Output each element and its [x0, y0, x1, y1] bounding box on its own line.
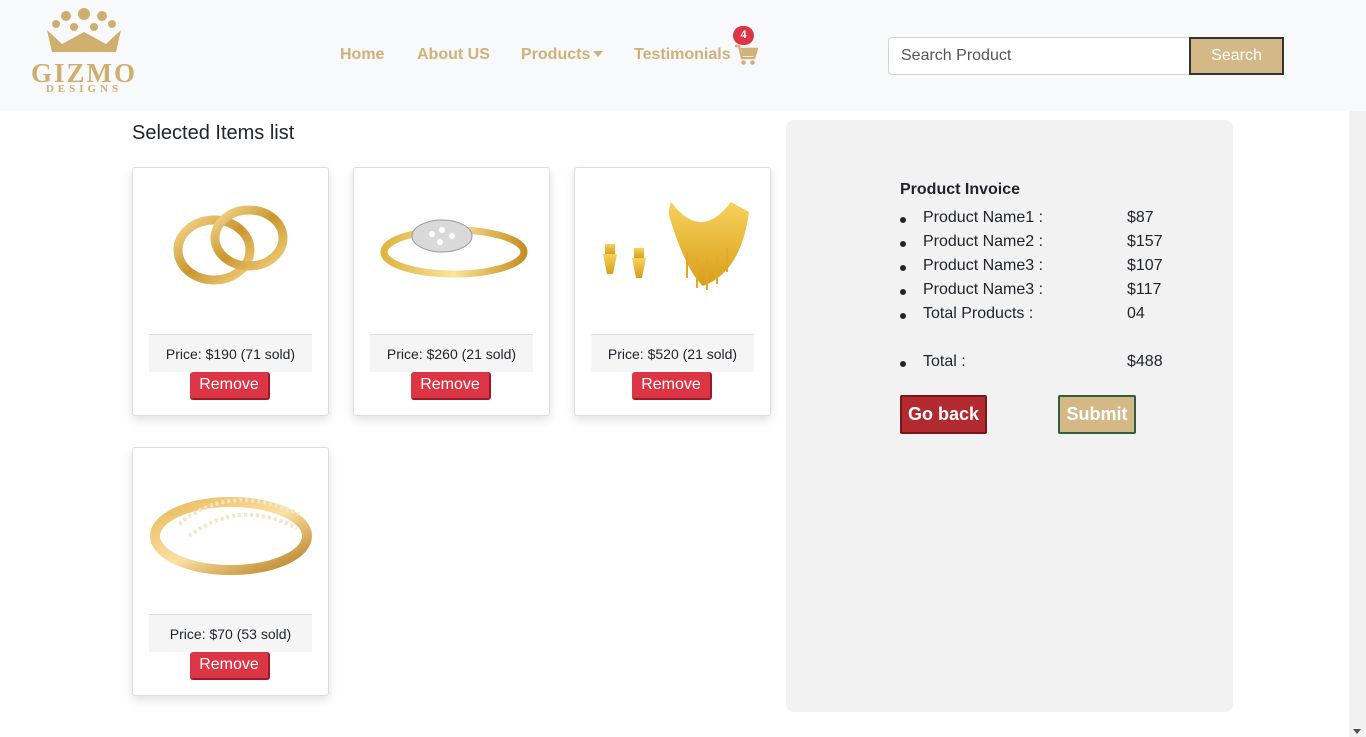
item-card: Price: $520 (21 sold) Remove [574, 167, 771, 416]
diamond-ring-image [380, 219, 528, 278]
search-input[interactable] [888, 37, 1190, 75]
invoice-row-label: Product Name1 : [923, 209, 1044, 226]
search-button[interactable]: Search [1189, 37, 1284, 75]
invoice-panel: Product Invoice Product Name1 : $87 Prod… [786, 120, 1233, 712]
brand-logo[interactable]: GIZMO DESIGNS [14, 8, 154, 95]
page: GIZMO DESIGNS Home About US Products Tes… [0, 0, 1366, 737]
item-card: Price: $260 (21 sold) Remove [353, 167, 550, 416]
remove-button[interactable]: Remove [632, 372, 712, 400]
navbar: GIZMO DESIGNS Home About US Products Tes… [0, 0, 1366, 111]
remove-button[interactable]: Remove [190, 372, 270, 400]
item-price: Price: $190 (71 sold) [149, 334, 312, 372]
remove-button[interactable]: Remove [190, 652, 270, 680]
nav-testimonials[interactable]: Testimonials [634, 46, 731, 68]
invoice-row-label: Total Products : [923, 305, 1034, 322]
nav-products-label: Products [521, 46, 591, 63]
submit-button[interactable]: Submit [1058, 395, 1136, 434]
caret-down-icon [593, 51, 604, 57]
bullet-icon [900, 361, 906, 367]
invoice-row-value: $117 [1127, 281, 1162, 298]
invoice-row-value: $488 [1127, 353, 1163, 370]
go-back-button[interactable]: Go back [900, 395, 987, 434]
invoice-row-value: 04 [1127, 305, 1145, 322]
logo-subtext: DESIGNS [45, 83, 123, 95]
remove-button[interactable]: Remove [411, 372, 491, 400]
selected-items-title: Selected Items list [132, 122, 295, 144]
invoice-row-value: $107 [1127, 257, 1163, 274]
bullet-icon [900, 289, 906, 295]
invoice-row-label: Product Name2 : [923, 233, 1044, 250]
twisted-gold-ring-image [150, 497, 312, 575]
invoice-row-label: Product Name3 : [923, 281, 1044, 298]
item-card: Price: $70 (53 sold) Remove [132, 447, 329, 696]
cart-count-badge: 4 [733, 26, 754, 45]
bullet-icon [900, 217, 906, 223]
scroll-down-arrow-icon[interactable] [1353, 729, 1361, 734]
cart-icon [735, 44, 759, 65]
invoice-row-value: $157 [1127, 233, 1163, 250]
nav-about[interactable]: About US [417, 46, 490, 68]
item-card: Price: $190 (71 sold) Remove [132, 167, 329, 416]
nav-products-dropdown[interactable]: Products [521, 46, 604, 68]
invoice-row-label: Total : [923, 353, 966, 370]
bullet-icon [900, 265, 906, 271]
nav-home[interactable]: Home [340, 46, 384, 68]
item-price: Price: $520 (21 sold) [591, 334, 754, 372]
bullet-icon [900, 313, 906, 319]
gold-rings-image [173, 205, 288, 285]
item-price: Price: $260 (21 sold) [370, 334, 533, 372]
invoice-title: Product Invoice [900, 181, 1021, 198]
bullet-icon [900, 241, 906, 247]
vertical-scrollbar[interactable] [1349, 111, 1366, 737]
invoice-row-value: $87 [1127, 209, 1154, 226]
item-price: Price: $70 (53 sold) [149, 614, 312, 652]
cart-button[interactable] [734, 44, 759, 66]
gold-necklace-set-image [603, 202, 749, 290]
invoice-row-label: Product Name3 : [923, 257, 1044, 274]
